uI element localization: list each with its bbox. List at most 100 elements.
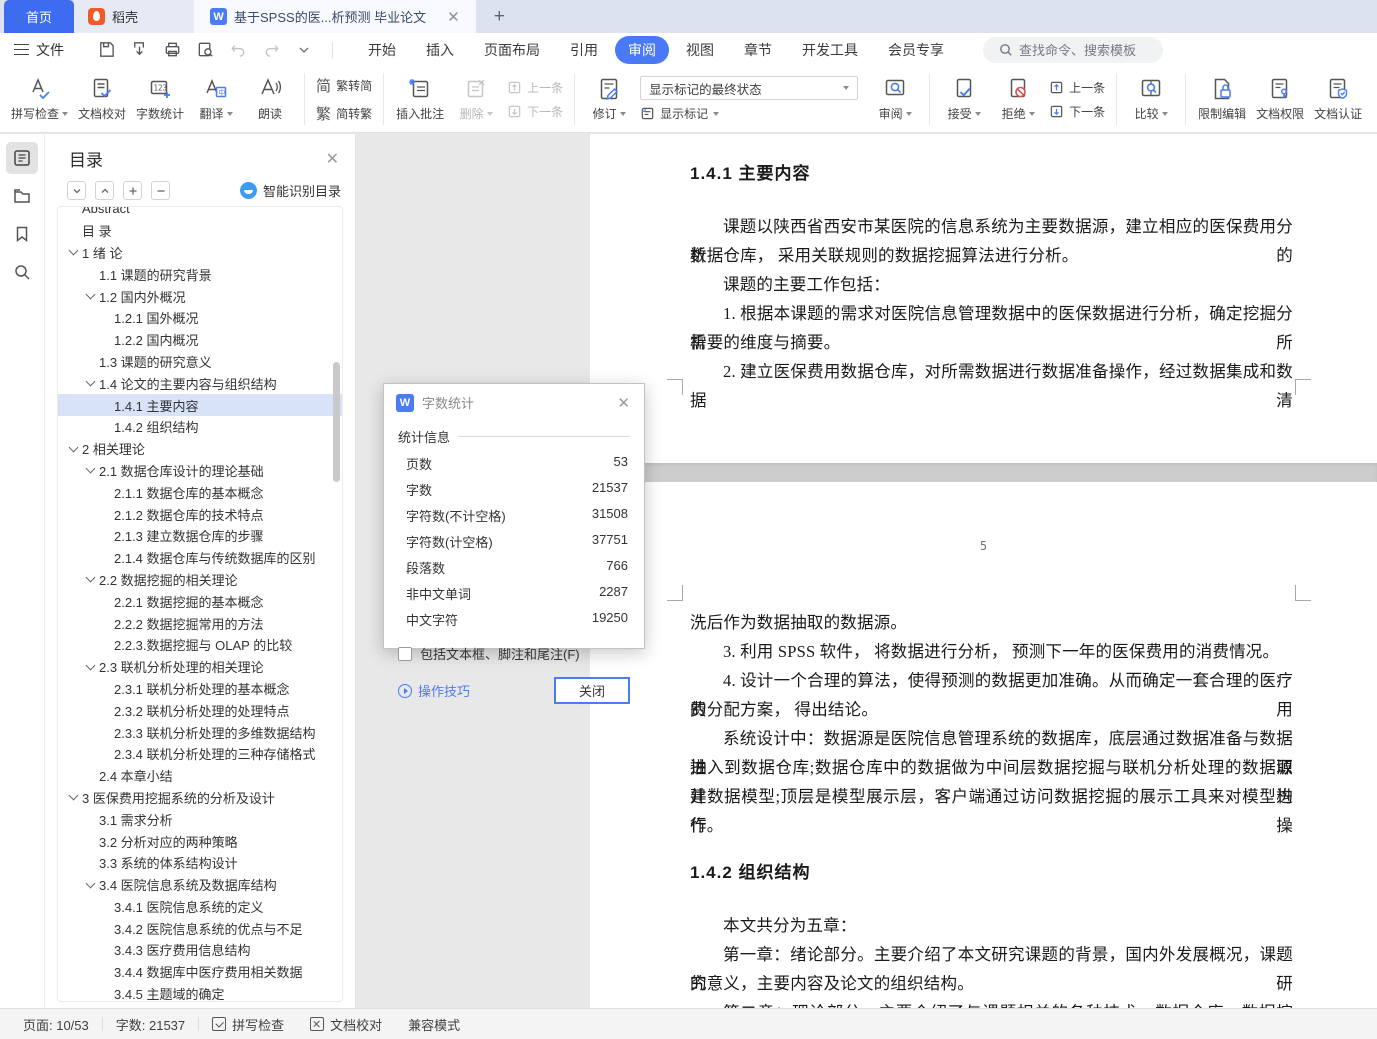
close-dialog-button[interactable]: 关闭	[554, 677, 630, 704]
toc-item[interactable]: 3.4 医院信息系统及数据库结构	[58, 874, 342, 896]
toc-item[interactable]: 1.2 国内外概况	[58, 285, 342, 307]
zoom-in-button[interactable]	[123, 181, 142, 200]
dialog-title-bar[interactable]: W 字数统计 ✕	[384, 384, 644, 419]
proofread-status[interactable]: 文档校对	[297, 1015, 395, 1034]
track-changes-button[interactable]: 修订	[582, 74, 636, 124]
page-indicator[interactable]: 页面: 10/53	[10, 1015, 102, 1034]
toc-item[interactable]: 目 录	[58, 220, 342, 242]
next-revision-button[interactable]: 下一条	[1049, 103, 1105, 120]
export-icon[interactable]	[129, 40, 149, 60]
toc-scrollbar[interactable]	[333, 362, 340, 482]
document-permission-button[interactable]: 文档权限	[1251, 74, 1309, 124]
reviewer-button[interactable]: 审阅	[868, 74, 922, 124]
menu-tab[interactable]: 页面布局	[471, 36, 553, 64]
menu-tab[interactable]: 插入	[413, 36, 467, 64]
toc-panel-button[interactable]	[6, 142, 38, 174]
toc-item[interactable]: 2.1.2 数据仓库的技术特点	[58, 503, 342, 525]
traditional-to-simplified-button[interactable]: 简 繁转简	[316, 75, 372, 96]
toc-item[interactable]: 3 医保费用挖掘系统的分析及设计	[58, 787, 342, 809]
close-icon[interactable]: ✕	[447, 8, 460, 26]
expand-all-button[interactable]	[67, 181, 86, 200]
toc-item[interactable]: 3.2 分析对应的两种策略	[58, 830, 342, 852]
toc-item[interactable]: 1.1 课题的研究背景	[58, 263, 342, 285]
menu-tab[interactable]: 会员专享	[875, 36, 957, 64]
close-icon[interactable]: ✕	[326, 149, 339, 169]
toc-item[interactable]: 2.3.3 联机分析处理的多维数据结构	[58, 721, 342, 743]
toc-item[interactable]: 2.3 联机分析处理的相关理论	[58, 656, 342, 678]
menu-tab[interactable]: 开发工具	[789, 36, 871, 64]
find-panel-button[interactable]	[6, 256, 38, 288]
translate-button[interactable]: 中 翻译	[189, 74, 243, 124]
customize-toolbar-chevron-icon[interactable]	[294, 40, 314, 60]
command-search[interactable]: 查找命令、搜索模板	[983, 36, 1163, 63]
toc-item[interactable]: 3.4.5 主题域的确定	[58, 983, 342, 1001]
reject-revision-button[interactable]: 拒绝	[991, 74, 1045, 124]
toc-item[interactable]: 2.1 数据仓库设计的理论基础	[58, 460, 342, 482]
toc-item[interactable]: 2.1.3 建立数据仓库的步骤	[58, 525, 342, 547]
spell-check-button[interactable]: 拼写检查	[6, 74, 73, 124]
toc-item[interactable]: 3.4.1 医院信息系统的定义	[58, 896, 342, 918]
menu-tab[interactable]: 开始	[355, 36, 409, 64]
compare-button[interactable]: 比较	[1124, 74, 1178, 124]
simplified-to-traditional-button[interactable]: 繁 简转繁	[316, 103, 372, 124]
document-certification-button[interactable]: 文档认证	[1309, 74, 1367, 124]
toc-item[interactable]: 1.2.1 国外概况	[58, 307, 342, 329]
toc-item[interactable]: 3.4.4 数据库中医疗费用相关数据	[58, 961, 342, 983]
menu-tab[interactable]: 章节	[731, 36, 785, 64]
toc-item[interactable]: 3.1 需求分析	[58, 808, 342, 830]
menu-tab[interactable]: 引用	[557, 36, 611, 64]
save-icon[interactable]	[96, 40, 116, 60]
read-aloud-button[interactable]: 朗读	[243, 74, 297, 124]
toc-item[interactable]: 1.4.1 主要内容	[58, 394, 342, 416]
document-page-5[interactable]: 5 洗后作为数据抽取的数据源。 3. 利用 SPSS 软件， 将数据进行分析， 预…	[590, 482, 1377, 1008]
word-count-button[interactable]: 123 字数统计	[131, 74, 189, 124]
show-markup-button[interactable]: 显示标记	[640, 105, 858, 122]
document-proof-button[interactable]: 文档校对	[73, 74, 131, 124]
insert-comment-button[interactable]: 插入批注	[391, 74, 449, 124]
accept-revision-button[interactable]: 接受	[937, 74, 991, 124]
menu-tab[interactable]: 审阅	[615, 35, 669, 64]
toc-item[interactable]: 2.3.2 联机分析处理的处理特点	[58, 699, 342, 721]
tab-rice[interactable]: 稻壳	[74, 0, 195, 33]
file-menu-button[interactable]: 文件	[0, 40, 78, 60]
toc-item[interactable]: 1 绪 论	[58, 242, 342, 264]
new-tab-button[interactable]: +	[476, 0, 523, 33]
toc-item[interactable]: 1.3 课题的研究意义	[58, 351, 342, 373]
toc-item[interactable]: 3.4.3 医疗费用信息结构	[58, 939, 342, 961]
toc-item[interactable]: 1.4.2 组织结构	[58, 416, 342, 438]
toc-item[interactable]: 2.2.3.数据挖掘与 OLAP 的比较	[58, 634, 342, 656]
markup-state-select[interactable]: 显示标记的最终状态	[640, 76, 859, 100]
checkbox[interactable]	[398, 646, 412, 661]
next-comment-button[interactable]: 下一条	[507, 103, 563, 120]
word-count-indicator[interactable]: 字数: 21537	[103, 1015, 198, 1034]
toc-item[interactable]: Abstract	[58, 207, 342, 220]
toc-item[interactable]: 2.4 本章小结	[58, 765, 342, 787]
previous-comment-button[interactable]: 上一条	[507, 79, 563, 96]
delete-comment-button[interactable]: 删除	[449, 74, 503, 124]
tab-document[interactable]: W 基于SPSS的医...析预测 毕业论文 ✕	[194, 0, 476, 33]
zoom-out-button[interactable]	[151, 181, 170, 200]
toc-item[interactable]: 2.1.4 数据仓库与传统数据库的区别	[58, 547, 342, 569]
toc-item[interactable]: 2 相关理论	[58, 438, 342, 460]
collapse-all-button[interactable]	[95, 181, 114, 200]
toc-item[interactable]: 2.2.1 数据挖掘的基本概念	[58, 590, 342, 612]
undo-icon[interactable]	[228, 40, 248, 60]
menu-tab[interactable]: 视图	[673, 36, 727, 64]
close-icon[interactable]: ✕	[615, 394, 632, 412]
tips-link[interactable]: 操作技巧	[398, 681, 470, 700]
print-preview-icon[interactable]	[195, 40, 215, 60]
toc-item[interactable]: 2.2 数据挖掘的相关理论	[58, 569, 342, 591]
toc-item[interactable]: 2.1.1 数据仓库的基本概念	[58, 481, 342, 503]
document-page-4[interactable]: 1.4.1 主要内容 课题以陕西省西安市某医院的信息系统为主要数据源，建立相应的医…	[590, 134, 1377, 463]
toc-item[interactable]: 3.3 系统的体系结构设计	[58, 852, 342, 874]
smart-toc-button[interactable]: 智能识别目录	[239, 181, 341, 200]
print-icon[interactable]	[162, 40, 182, 60]
toc-item[interactable]: 2.2.2 数据挖掘常用的方法	[58, 612, 342, 634]
toc-item[interactable]: 1.2.2 国内概况	[58, 329, 342, 351]
toc-item[interactable]: 1.4 论文的主要内容与组织结构	[58, 372, 342, 394]
bookmark-panel-button[interactable]	[6, 218, 38, 250]
task-pane-button[interactable]	[6, 180, 38, 212]
restrict-editing-button[interactable]: 限制编辑	[1193, 74, 1251, 124]
toc-item[interactable]: 2.3.1 联机分析处理的基本概念	[58, 678, 342, 700]
toc-item[interactable]: 2.3.4 联机分析处理的三种存储格式	[58, 743, 342, 765]
